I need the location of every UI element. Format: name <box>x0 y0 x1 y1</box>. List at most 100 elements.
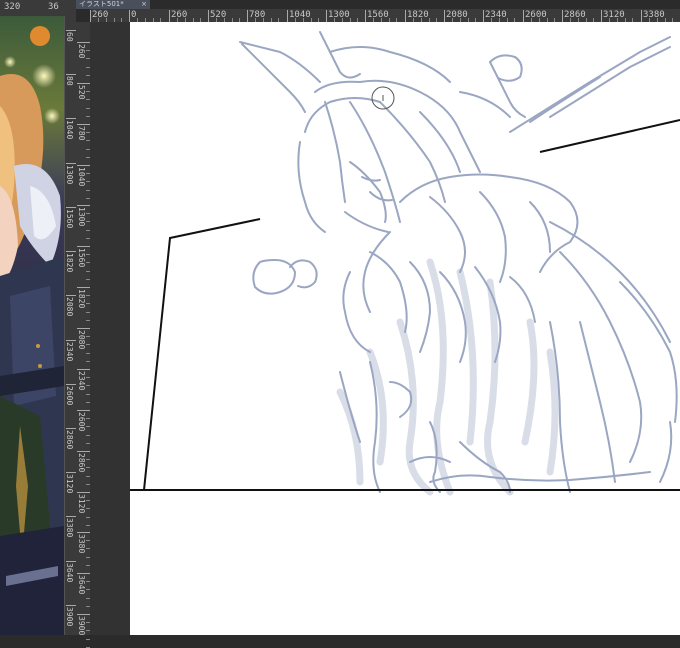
reference-ruler-left: 60 80 1040 1300 1560 1820 2080 2340 2600 2860 3120… <box>64 16 76 635</box>
ruler-label: 2600 <box>77 412 86 432</box>
ruler-label: 1040 <box>289 10 311 20</box>
ruler-label: 2080 <box>77 330 86 350</box>
ruler-tick <box>77 369 90 370</box>
ruler-tick <box>66 251 76 252</box>
ruler-label: 780 <box>249 10 266 20</box>
ruler-label: 1560 <box>77 248 86 268</box>
ruler-label: 2860 <box>564 10 586 20</box>
document-tab[interactable]: イラスト501* × <box>76 0 150 9</box>
ruler-label: 1040 <box>65 120 74 140</box>
reference-panel[interactable]: 320 36 60 80 1040 1300 1560 1820 2080 23… <box>0 0 76 635</box>
reference-ruler-top: 320 36 <box>0 0 76 17</box>
document-tab-title: イラスト501* <box>79 0 124 8</box>
ruler-tick <box>66 428 76 429</box>
ruler-label: 1820 <box>65 253 74 273</box>
ruler-tick <box>77 287 90 288</box>
ruler-label: 780 <box>77 126 86 141</box>
ruler-tick <box>77 205 90 206</box>
ruler-tick <box>562 10 563 22</box>
ruler-tick <box>287 10 288 22</box>
close-icon[interactable]: × <box>141 0 147 9</box>
ruler-tick <box>129 10 130 22</box>
ruler-label: 1040 <box>77 167 86 187</box>
ruler-tick <box>66 516 76 517</box>
ruler-label: 3380 <box>643 10 665 20</box>
ruler-tick <box>523 10 524 22</box>
ruler-tick <box>77 492 90 493</box>
ruler-label: 2340 <box>77 371 86 391</box>
ruler-label: 1820 <box>407 10 429 20</box>
ruler-label: 3640 <box>77 575 86 595</box>
ruler-tick <box>208 10 209 22</box>
ruler-tick <box>77 532 90 533</box>
ruler-tick <box>77 124 90 125</box>
ruler-tick <box>77 328 90 329</box>
ruler-tick <box>66 384 76 385</box>
ruler-label: 3120 <box>65 474 74 494</box>
ruler-tick <box>66 118 76 119</box>
ruler-tick <box>77 42 90 43</box>
ruler-tick <box>66 30 76 31</box>
ruler-tick <box>483 10 484 22</box>
ruler-tick <box>77 165 90 166</box>
ruler-label: 2340 <box>485 10 507 20</box>
ruler-tick <box>90 10 91 22</box>
ruler-tick <box>641 10 642 22</box>
ruler-label: 2600 <box>65 386 74 406</box>
ruler-tick <box>66 340 76 341</box>
ruler-label: 80 <box>65 76 74 86</box>
ruler-label: 3900 <box>65 607 74 627</box>
ruler-label: 1820 <box>77 289 86 309</box>
ruler-tick <box>77 83 90 84</box>
pasteboard <box>90 22 680 635</box>
ruler-label: 3640 <box>65 563 74 583</box>
ruler-label: 3900 <box>77 616 86 636</box>
ruler-label: 36 <box>48 2 59 12</box>
ruler-label: 520 <box>77 85 86 100</box>
ruler-label: 1560 <box>367 10 389 20</box>
ruler-label: 3120 <box>603 10 625 20</box>
ruler-tick <box>66 605 76 606</box>
ruler-label: 2860 <box>65 430 74 450</box>
ruler-tick <box>66 561 76 562</box>
ruler-tick <box>77 410 90 411</box>
ruler-label: 2080 <box>446 10 468 20</box>
ruler-tick <box>77 573 90 574</box>
ruler-tick <box>169 10 170 22</box>
ruler-label: 2860 <box>77 453 86 473</box>
ruler-label: 3380 <box>77 534 86 554</box>
ruler-label: 1300 <box>65 165 74 185</box>
ruler-tick <box>326 10 327 22</box>
ruler-tick <box>365 10 366 22</box>
ruler-tick <box>77 614 90 615</box>
sketch-artwork <box>130 31 680 496</box>
ruler-label: 60 <box>65 32 74 42</box>
ruler-label: 1300 <box>328 10 350 20</box>
ruler-tick <box>66 472 76 473</box>
reference-image <box>0 16 64 635</box>
ruler-label: 0 <box>131 10 137 20</box>
ruler-label: 3380 <box>65 518 74 538</box>
sketch-lines <box>239 31 678 493</box>
ruler-tick <box>77 246 90 247</box>
ruler-tick <box>66 295 76 296</box>
ruler-tick <box>601 10 602 22</box>
vertical-ruler[interactable]: 260 520 780 1040 1300 1560 1820 2080 2340 2600 286… <box>76 22 91 648</box>
ruler-tick <box>247 10 248 22</box>
ruler-label: 260 <box>77 44 86 59</box>
ruler-tick <box>444 10 445 22</box>
ruler-minor-tick <box>86 639 90 640</box>
ruler-label: 520 <box>210 10 227 20</box>
ruler-label: 2340 <box>65 342 74 362</box>
ruler-label: 1300 <box>77 207 86 227</box>
ruler-label: 260 <box>92 10 109 20</box>
ruler-tick <box>405 10 406 22</box>
ruler-label: 2600 <box>525 10 547 20</box>
ruler-tick <box>66 163 76 164</box>
drawing-canvas[interactable] <box>130 22 680 635</box>
ruler-label: 260 <box>171 10 188 20</box>
ruler-label: 3120 <box>77 494 86 514</box>
ruler-label: 2080 <box>65 297 74 317</box>
ruler-label: 320 <box>4 2 21 12</box>
horizontal-ruler[interactable]: 260 0 260 520 780 1040 1300 1560 1820 2080 2340 260… <box>90 9 680 23</box>
